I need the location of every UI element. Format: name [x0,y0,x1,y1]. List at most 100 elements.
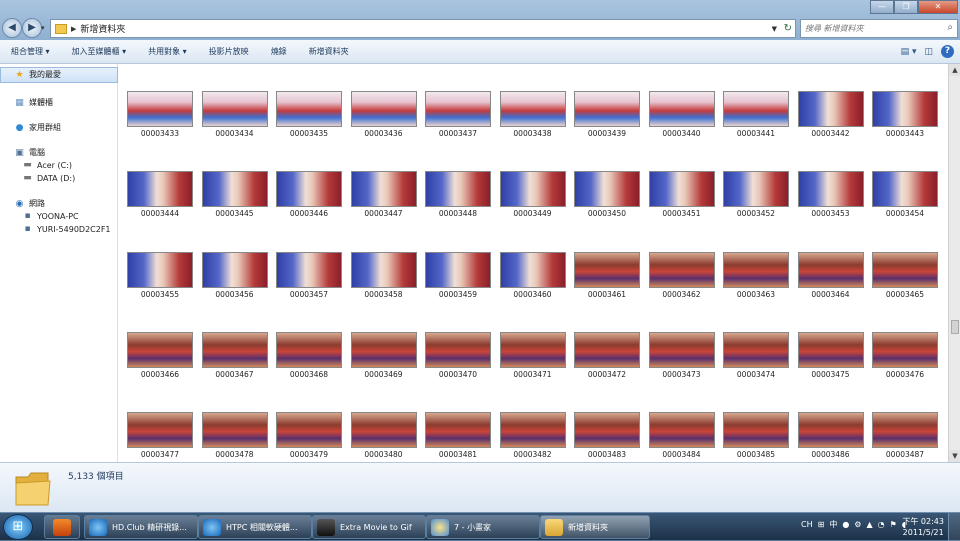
file-thumbnail[interactable] [201,251,268,288]
file-thumbnail[interactable] [723,171,789,208]
help-icon[interactable]: ? [941,45,954,58]
minimize-button[interactable]: — [870,0,894,14]
file-thumbnail[interactable] [723,412,789,449]
file-name-label[interactable]: 00003436 [344,129,424,138]
address-bar[interactable]: ▶ 新增資料夾 ▼ ↻ [50,19,796,38]
file-thumbnail[interactable] [648,412,715,449]
scroll-thumb[interactable] [951,320,959,334]
file-thumbnail[interactable] [872,171,938,208]
file-name-label[interactable]: 00003469 [344,370,424,379]
file-thumbnail[interactable] [723,251,789,288]
file-thumbnail[interactable] [648,251,715,288]
search-icon[interactable]: ⌕ [947,22,953,33]
file-thumbnail[interactable] [201,331,268,368]
file-thumbnail[interactable] [499,331,566,368]
file-name-label[interactable]: 00003452 [716,209,796,218]
file-thumbnail[interactable] [499,412,566,449]
file-thumbnail[interactable] [648,171,715,208]
file-name-label[interactable]: 00003455 [120,290,200,299]
file-thumbnail[interactable] [425,251,491,288]
file-thumbnail[interactable] [797,171,864,208]
nav-item-pc1[interactable]: ▪ YOONA-PC [22,211,78,221]
file-thumbnail[interactable] [574,331,640,368]
file-name-label[interactable]: 00003454 [865,209,945,218]
media-player-pin[interactable] [44,515,80,539]
file-name-label[interactable]: 00003444 [120,209,200,218]
file-name-label[interactable]: 00003484 [642,450,722,459]
file-thumbnail[interactable] [797,251,864,288]
ime-icon[interactable]: ⊞ [818,520,825,529]
file-thumbnail[interactable] [872,412,938,449]
file-name-label[interactable]: 00003456 [195,290,275,299]
file-thumbnail[interactable] [201,91,268,127]
file-name-label[interactable]: 00003466 [120,370,200,379]
file-thumbnail[interactable] [872,91,938,127]
tray-expand-icon[interactable]: ▲ [866,520,872,529]
burn-button[interactable]: 燒錄 [260,46,298,57]
forward-button[interactable]: ▶ [22,18,42,38]
scroll-down-icon[interactable]: ▼ [949,450,960,462]
file-name-label[interactable]: 00003487 [865,450,945,459]
file-name-label[interactable]: 00003438 [493,129,573,138]
file-thumbnail[interactable] [574,412,640,449]
file-name-label[interactable]: 00003478 [195,450,275,459]
search-box[interactable]: ⌕ [800,19,958,38]
address-dropdown-icon[interactable]: ▼ [772,25,777,33]
file-thumbnail[interactable] [425,331,491,368]
nav-item-favorites[interactable]: ★ 我的最愛 [14,69,61,80]
file-thumbnail[interactable] [574,251,640,288]
file-thumbnail[interactable] [723,91,789,127]
view-options-icon[interactable]: ▤ ▾ [901,47,917,57]
taskbar-task[interactable]: 新增資料夾 [540,515,650,539]
action-center-icon[interactable]: ⚑ [890,520,897,529]
file-thumbnail[interactable] [350,91,417,127]
vertical-scrollbar[interactable]: ▲ ▼ [948,64,960,462]
file-name-label[interactable]: 00003479 [269,450,349,459]
file-thumbnail[interactable] [276,171,342,208]
file-name-label[interactable]: 00003443 [865,129,945,138]
file-name-label[interactable]: 00003453 [791,209,871,218]
file-name-label[interactable]: 00003485 [716,450,796,459]
file-thumbnail[interactable] [127,171,193,208]
taskbar-task[interactable]: 7 - 小畫家 [426,515,540,539]
network-tray-icon[interactable]: ◔ [878,520,885,529]
close-button[interactable]: ✕ [918,0,958,14]
back-button[interactable]: ◀ [2,18,22,38]
file-name-label[interactable]: 00003465 [865,290,945,299]
file-name-label[interactable]: 00003440 [642,129,722,138]
file-name-label[interactable]: 00003447 [344,209,424,218]
file-name-label[interactable]: 00003459 [418,290,498,299]
include-in-library-menu[interactable]: 加入至媒體櫃 ▾ [61,46,138,57]
maximize-button[interactable]: ❐ [894,0,918,14]
search-input[interactable] [801,20,937,37]
file-name-label[interactable]: 00003434 [195,129,275,138]
file-thumbnail[interactable] [201,412,268,449]
file-thumbnail[interactable] [425,171,491,208]
file-thumbnail[interactable] [127,331,193,368]
file-thumbnail[interactable] [425,412,491,449]
file-thumbnail[interactable] [201,171,268,208]
punctuation-icon[interactable]: ● [842,520,849,529]
organize-menu[interactable]: 組合管理 ▾ [0,46,61,57]
file-name-label[interactable]: 00003441 [716,129,796,138]
file-thumbnail[interactable] [350,331,417,368]
file-name-label[interactable]: 00003474 [716,370,796,379]
file-name-label[interactable]: 00003476 [865,370,945,379]
file-thumbnail[interactable] [723,331,789,368]
file-thumbnail[interactable] [276,91,342,127]
file-thumbnail[interactable] [797,331,864,368]
taskbar-task[interactable]: HD.Club 精研視錄... [84,515,198,539]
file-name-label[interactable]: 00003473 [642,370,722,379]
nav-item-homegroup[interactable]: ● 家用群組 [14,122,61,133]
nav-item-drive-d[interactable]: ▬ DATA (D:) [22,173,75,183]
breadcrumb-arrow-icon[interactable]: ▶ [71,25,76,33]
file-name-label[interactable]: 00003472 [567,370,647,379]
file-name-label[interactable]: 00003446 [269,209,349,218]
refresh-icon[interactable]: ↻ [784,23,792,34]
file-name-label[interactable]: 00003439 [567,129,647,138]
file-thumbnail[interactable] [425,91,491,127]
file-thumbnail[interactable] [872,331,938,368]
file-name-label[interactable]: 00003483 [567,450,647,459]
file-thumbnail[interactable] [499,171,566,208]
file-name-label[interactable]: 00003463 [716,290,796,299]
